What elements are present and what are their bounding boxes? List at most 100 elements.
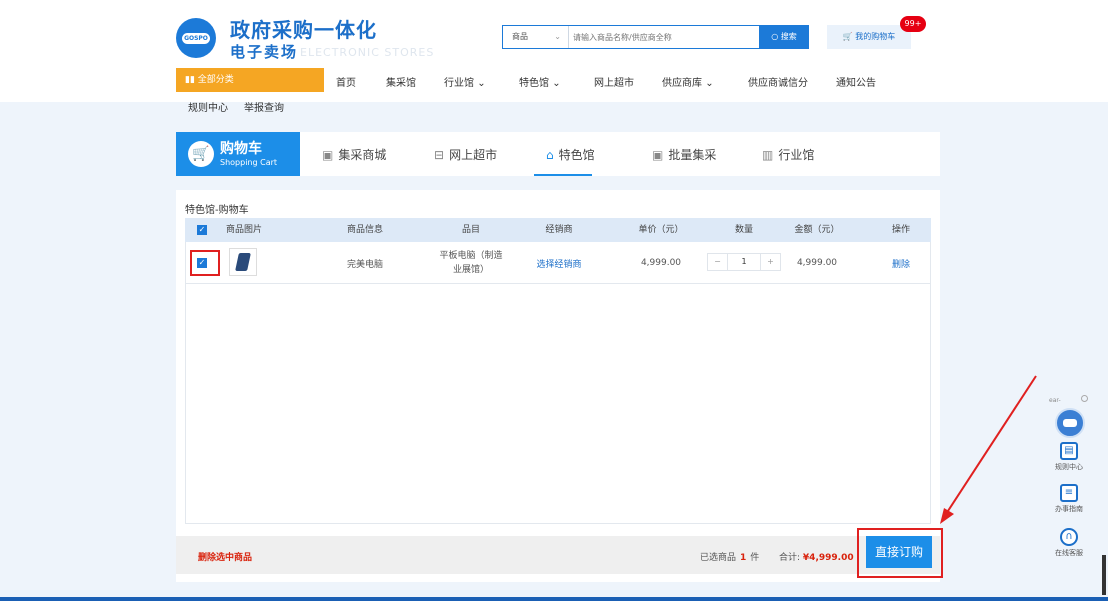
selected-prefix: 已选商品 (700, 553, 737, 563)
delete-selected-button[interactable]: 删除选中商品 (198, 550, 252, 563)
tab-featured[interactable]: ⌂ 特色馆 (546, 146, 595, 163)
site-subtitle-en: ELECTRONIC STORES (300, 46, 435, 59)
tab-cart-subtitle: Shopping Cart (220, 158, 278, 167)
store-icon: ▣ (652, 148, 664, 162)
product-thumbnail[interactable] (229, 248, 257, 276)
selected-suffix: 件 (750, 553, 760, 563)
tablet-image (235, 253, 251, 271)
total-info: 合计: ¥4,999.00 (779, 550, 854, 563)
chevron-down-icon: ⌄ (705, 78, 714, 89)
select-all-checkbox[interactable]: ✓ (197, 225, 207, 235)
top-header: GOSPO 政府采购一体化 电子卖场 ELECTRONIC STORES 商品 … (0, 0, 1108, 114)
chat-label: ear- (1049, 397, 1061, 404)
building-icon: ⌂ (546, 148, 554, 162)
col-amount: 金额（元） (794, 225, 840, 235)
search-input[interactable] (573, 29, 753, 45)
tab-central-mall[interactable]: ▣ 集采商城 (322, 146, 386, 163)
search-icon: ○ (771, 32, 781, 41)
tab-shopping-cart[interactable]: 🛒 购物车 Shopping Cart (176, 132, 300, 176)
cart-icon: 🛒 (188, 141, 214, 167)
col-quantity: 数量 (734, 225, 753, 235)
chevron-down-icon: ⌄ (477, 78, 486, 89)
tab-supermarket-label: 网上超市 (449, 148, 498, 162)
sidebar-item-guide[interactable]: ≡ 办事指南 (1048, 484, 1090, 514)
scrollbar[interactable] (1102, 555, 1106, 595)
chevron-down-icon: ⌄ (554, 32, 561, 41)
logo[interactable]: GOSPO (176, 18, 216, 58)
cart-count-badge: 99+ (900, 16, 926, 32)
cart-panel: 特色馆-购物车 ✓ 商品图片 商品信息 品目 经销商 单价（元） 数量 金额（元… (176, 190, 940, 582)
tab-supermarket[interactable]: ⊟ 网上超市 (434, 146, 497, 163)
tab-cart-title: 购物车 (220, 141, 262, 157)
product-category: 平板电脑（制造业展馆） (439, 251, 503, 275)
nav-item-report[interactable]: 举报查询 (244, 99, 284, 114)
sidebar-item-guide-label: 办事指南 (1055, 505, 1083, 513)
tab-batch-label: 批量集采 (668, 148, 717, 162)
direct-order-button[interactable]: 直接订购 (866, 536, 932, 568)
book-icon: ▤ (1060, 442, 1078, 460)
mall-tabs: 🛒 购物车 Shopping Cart ▣ 集采商城 ⊟ 网上超市 ⌂ 特色馆 ▣ 批量… (176, 132, 940, 176)
nav-item-credit[interactable]: 供应商诚信分 (748, 74, 808, 89)
row-checkbox[interactable]: ✓ (197, 258, 207, 268)
qty-decrement-button[interactable]: − (708, 254, 728, 270)
nav-item-home[interactable]: 首页 (336, 74, 356, 89)
grid-icon: ▮▮ (185, 75, 198, 85)
cart-icon: 🛒 (842, 32, 856, 41)
close-icon[interactable] (1081, 395, 1088, 402)
delete-link[interactable]: 删除 (861, 242, 941, 284)
robot-face (1063, 419, 1077, 427)
quantity-stepper: − 1 + (707, 253, 781, 271)
tab-batch[interactable]: ▣ 批量集采 (652, 146, 716, 163)
table-row: ✓ 完美电脑 平板电脑（制造业展馆） 选择经销商 4,999.00 − 1 + … (185, 242, 931, 284)
nav-item-suppliers[interactable]: 供应商库 ⌄ (662, 74, 714, 89)
sidebar-item-service[interactable]: ∩ 在线客服 (1048, 528, 1090, 558)
search-category-select[interactable]: 商品 ⌄ (503, 26, 569, 48)
search-category-label: 商品 (512, 32, 528, 41)
tab-central-mall-label: 集采商城 (338, 148, 387, 162)
sidebar-item-rules-label: 规则中心 (1055, 463, 1083, 471)
tab-industry[interactable]: ▥ 行业馆 (762, 146, 814, 163)
nav-item-featured-label: 特色馆 (519, 78, 549, 89)
active-tab-indicator (534, 174, 592, 176)
total-label: 合计: (779, 553, 801, 563)
col-action: 操作 (891, 225, 910, 235)
all-categories-label: 全部分类 (197, 75, 234, 85)
arrow-head (940, 508, 954, 524)
search-button-label: 搜索 (780, 32, 797, 41)
nav-item-industry[interactable]: 行业馆 ⌄ (444, 74, 486, 89)
logo-badge: GOSPO (182, 33, 210, 44)
my-cart-button[interactable]: 🛒 我的购物车 (827, 25, 911, 49)
nav-item-notices[interactable]: 通知公告 (836, 74, 876, 89)
my-cart-label: 我的购物车 (855, 32, 896, 41)
all-categories-button[interactable]: ▮▮ 全部分类 (176, 68, 324, 92)
nav-item-rules[interactable]: 规则中心 (188, 99, 228, 114)
sidebar-item-service-label: 在线客服 (1055, 549, 1083, 557)
factory-icon: ▥ (762, 148, 774, 162)
cart-footer: 删除选中商品 已选商品 1 件 合计: ¥4,999.00 (176, 536, 940, 574)
headset-icon: ∩ (1060, 528, 1078, 546)
cart-title: 特色馆-购物车 (185, 205, 249, 216)
nav-item-featured[interactable]: 特色馆 ⌄ (519, 74, 561, 89)
cart-icon: ⊟ (434, 148, 445, 162)
select-dealer-link[interactable]: 选择经销商 (519, 242, 599, 284)
unit-price: 4,999.00 (640, 258, 682, 268)
qty-value[interactable]: 1 (728, 254, 760, 270)
col-category: 品目 (461, 225, 480, 235)
right-sidebar: ▤ 规则中心 ≡ 办事指南 ∩ 在线客服 (1048, 432, 1090, 572)
sidebar-item-rules[interactable]: ▤ 规则中心 (1048, 442, 1090, 472)
col-image: 商品图片 (225, 225, 262, 235)
total-amount: ¥4,999.00 (802, 553, 854, 563)
nav-item-central[interactable]: 集采馆 (386, 74, 416, 89)
selected-count-info: 已选商品 1 件 (700, 550, 759, 563)
bottom-border (0, 597, 1108, 601)
nav-item-supermarket[interactable]: 网上超市 (594, 74, 634, 89)
search-bar: 商品 ⌄ ○ 搜索 (502, 25, 809, 49)
arrow-line (945, 375, 1037, 515)
col-dealer: 经销商 (545, 225, 573, 235)
chevron-down-icon: ⌄ (552, 78, 561, 89)
document-icon: ≡ (1060, 484, 1078, 502)
tab-featured-label: 特色馆 (558, 148, 595, 162)
tab-industry-label: 行业馆 (778, 148, 815, 162)
search-button[interactable]: ○ 搜索 (759, 25, 809, 49)
selected-count: 1 (740, 553, 747, 563)
